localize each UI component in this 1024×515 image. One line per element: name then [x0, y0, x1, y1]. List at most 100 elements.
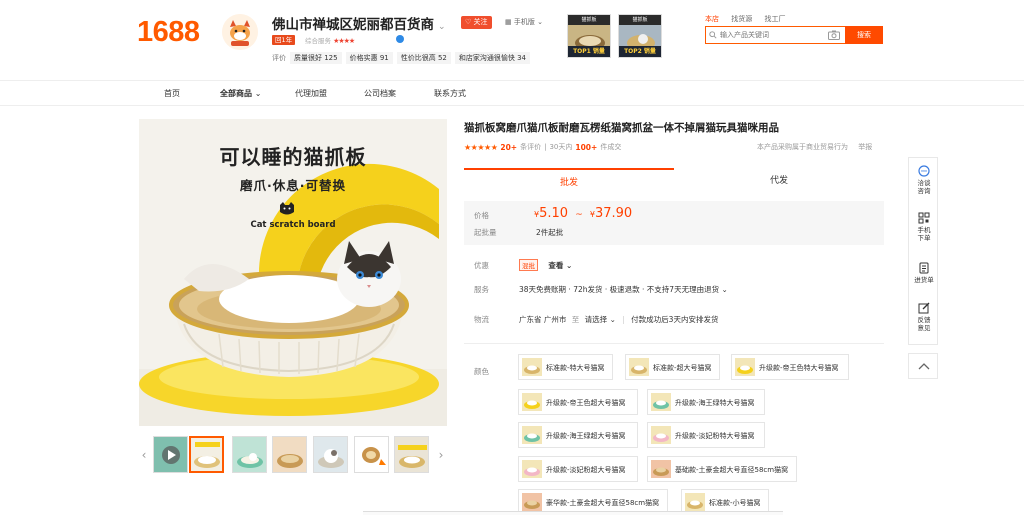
search-scope-tabs: 本店 找货源 找工厂: [705, 14, 795, 24]
thumbnail-image[interactable]: [394, 436, 429, 473]
variant-label: 升级款-海王绿特大号猫窝: [675, 399, 755, 407]
discount-row: 混批 查看 ⌄: [519, 259, 572, 271]
thumbnail-image[interactable]: [354, 436, 389, 473]
review-tag[interactable]: 和店家沟通很愉快 34: [454, 52, 531, 64]
back-to-top-button[interactable]: [908, 353, 938, 379]
moq-label: 起批量: [474, 228, 497, 237]
tab-dropship[interactable]: 代发: [674, 168, 884, 194]
variant-option[interactable]: 基础款-土豪金超大号直径58cm猫窝: [647, 456, 797, 482]
variant-label: 标准款-超大号猫窝: [653, 364, 712, 372]
thumbnail-image[interactable]: [232, 436, 267, 473]
image-english-caption: Cat scratch board: [250, 220, 336, 230]
variant-option[interactable]: 升级款-帝王色特大号猫窝: [731, 354, 849, 380]
variant-label: 升级款-淡妃粉特大号猫窝: [675, 432, 755, 440]
bottom-bar-edge: [363, 511, 783, 515]
chat-icon: [918, 165, 930, 177]
variant-thumb: [651, 460, 671, 478]
site-logo[interactable]: 1688: [137, 16, 200, 49]
service-label: 服务: [474, 285, 489, 294]
review-count-label: 条评价: [520, 143, 542, 151]
review-tag[interactable]: 质量很好 125: [290, 52, 342, 64]
variant-option[interactable]: 升级款-帝王色超大号猫窝: [518, 389, 638, 415]
variant-option[interactable]: 标准款-超大号猫窝: [625, 354, 720, 380]
thumbnail-video[interactable]: [153, 436, 188, 473]
service-value[interactable]: 38天免费账期 · 72h发货 · 极速退款 · 不支持7天无理由退货 ⌄: [519, 284, 728, 295]
search-box: [705, 26, 845, 44]
heart-icon: ♡: [465, 18, 472, 26]
thumbnail-image[interactable]: [189, 436, 224, 473]
nav-all-products[interactable]: 全部商品 ⌄: [220, 88, 262, 99]
variant-option[interactable]: 升级款-淡妃粉超大号猫窝: [518, 456, 638, 482]
mobile-version-link[interactable]: ▦ 手机版 ⌄: [505, 17, 543, 27]
variant-option[interactable]: 升级款-海王绿特大号猫窝: [647, 389, 765, 415]
thumb-image: [318, 449, 344, 468]
discount-view-link[interactable]: 查看 ⌄: [548, 261, 572, 270]
promo-top2[interactable]: 猫抓板 TOP2 销量: [618, 14, 662, 58]
thumbnail-image[interactable]: [272, 436, 307, 473]
logistics-label: 物流: [474, 315, 489, 324]
purchase-mode-tabs: 批发 代发: [464, 168, 884, 194]
side-purchase-list[interactable]: 进货单: [909, 262, 939, 284]
variant-label: 标准款-小号猫窝: [709, 499, 761, 507]
thumbnail-image[interactable]: [313, 436, 348, 473]
variant-label: 标准款-特大号猫窝: [546, 364, 605, 372]
meta-divider: |: [544, 143, 547, 151]
search-button[interactable]: 搜索: [845, 26, 883, 44]
ship-to-select[interactable]: 请选择 ⌄: [585, 315, 616, 324]
thumb-image: [277, 454, 303, 468]
report-link[interactable]: 举报: [858, 143, 872, 151]
variant-thumb: [522, 460, 542, 478]
nav-company-profile[interactable]: 公司档案: [364, 88, 396, 99]
play-icon: [162, 446, 180, 464]
shop-avatar[interactable]: [222, 14, 258, 50]
thumb-next-icon[interactable]: ›: [436, 436, 446, 474]
variant-thumb: [522, 493, 542, 511]
side-toolbar: 洽谈 咨询 手机 下单 进货单 反馈 意见: [908, 157, 938, 345]
verified-icon: [396, 35, 404, 43]
mixed-batch-tag: 混批: [519, 259, 538, 271]
search-tab-sources[interactable]: 找货源: [731, 15, 752, 23]
review-tag[interactable]: 性价比很高 52: [396, 52, 451, 64]
price-label: 价格: [474, 211, 489, 220]
promo-top1[interactable]: 猫抓板 TOP1 销量: [567, 14, 611, 58]
main-product-image[interactable]: 可以睡的猫抓板 磨爪·休息·可替换 Cat scratch board: [139, 119, 447, 426]
search-input[interactable]: [720, 27, 830, 43]
side-consult[interactable]: 洽谈 咨询: [909, 165, 939, 195]
price-box: 价格 起批量 ¥5.10 ~ ¥37.90 2件起批: [464, 201, 884, 245]
variant-option[interactable]: 升级款-海王绿超大号猫窝: [518, 422, 638, 448]
shop-mascot-icon: [222, 14, 258, 50]
discount-label: 优惠: [474, 261, 489, 270]
trade-note: 本产品采购属于商业贸易行为 举报: [757, 142, 872, 152]
side-mobile-order[interactable]: 手机 下单: [909, 212, 939, 242]
chevron-down-icon: ⌄: [566, 261, 573, 270]
promo-tag: TOP2 销量: [619, 46, 661, 57]
chevron-down-icon: ⌄: [438, 22, 446, 32]
review-count[interactable]: 20+: [500, 143, 517, 152]
logistics-divider: |: [622, 315, 625, 324]
shop-name[interactable]: 佛山市禅城区妮丽都百货商 ⌄: [272, 13, 446, 33]
follow-button[interactable]: ♡ 关注: [461, 16, 492, 29]
camera-icon[interactable]: [828, 30, 840, 40]
moq-value: 2件起批: [536, 228, 564, 237]
variant-option[interactable]: 升级款-淡妃粉特大号猫窝: [647, 422, 765, 448]
variant-label: 升级款-帝王色超大号猫窝: [546, 399, 626, 407]
tab-wholesale[interactable]: 批发: [464, 168, 674, 194]
variant-label: 基础款-土豪金超大号直径58cm猫窝: [675, 466, 789, 474]
chevron-up-icon: [918, 363, 930, 370]
shop-nav: 首页 全部商品 ⌄ 代理加盟 公司档案 联系方式: [0, 80, 1024, 106]
section-divider: [464, 343, 884, 344]
side-feedback[interactable]: 反馈 意见: [909, 302, 939, 332]
variant-thumb: [522, 358, 542, 376]
nav-home[interactable]: 首页: [164, 88, 180, 99]
search-tab-shop[interactable]: 本店: [705, 15, 719, 23]
search-tab-factory[interactable]: 找工厂: [764, 15, 785, 23]
review-tag[interactable]: 价格实惠 91: [345, 52, 393, 64]
nav-franchise[interactable]: 代理加盟: [295, 88, 327, 99]
variant-thumb: [651, 426, 671, 444]
nav-contact[interactable]: 联系方式: [434, 88, 466, 99]
variant-label: 升级款-淡妃粉超大号猫窝: [546, 466, 626, 474]
qr-icon: [918, 212, 930, 224]
variant-option[interactable]: 标准款-特大号猫窝: [518, 354, 613, 380]
ship-to-word: 至: [571, 315, 580, 324]
thumb-prev-icon[interactable]: ‹: [139, 436, 149, 474]
